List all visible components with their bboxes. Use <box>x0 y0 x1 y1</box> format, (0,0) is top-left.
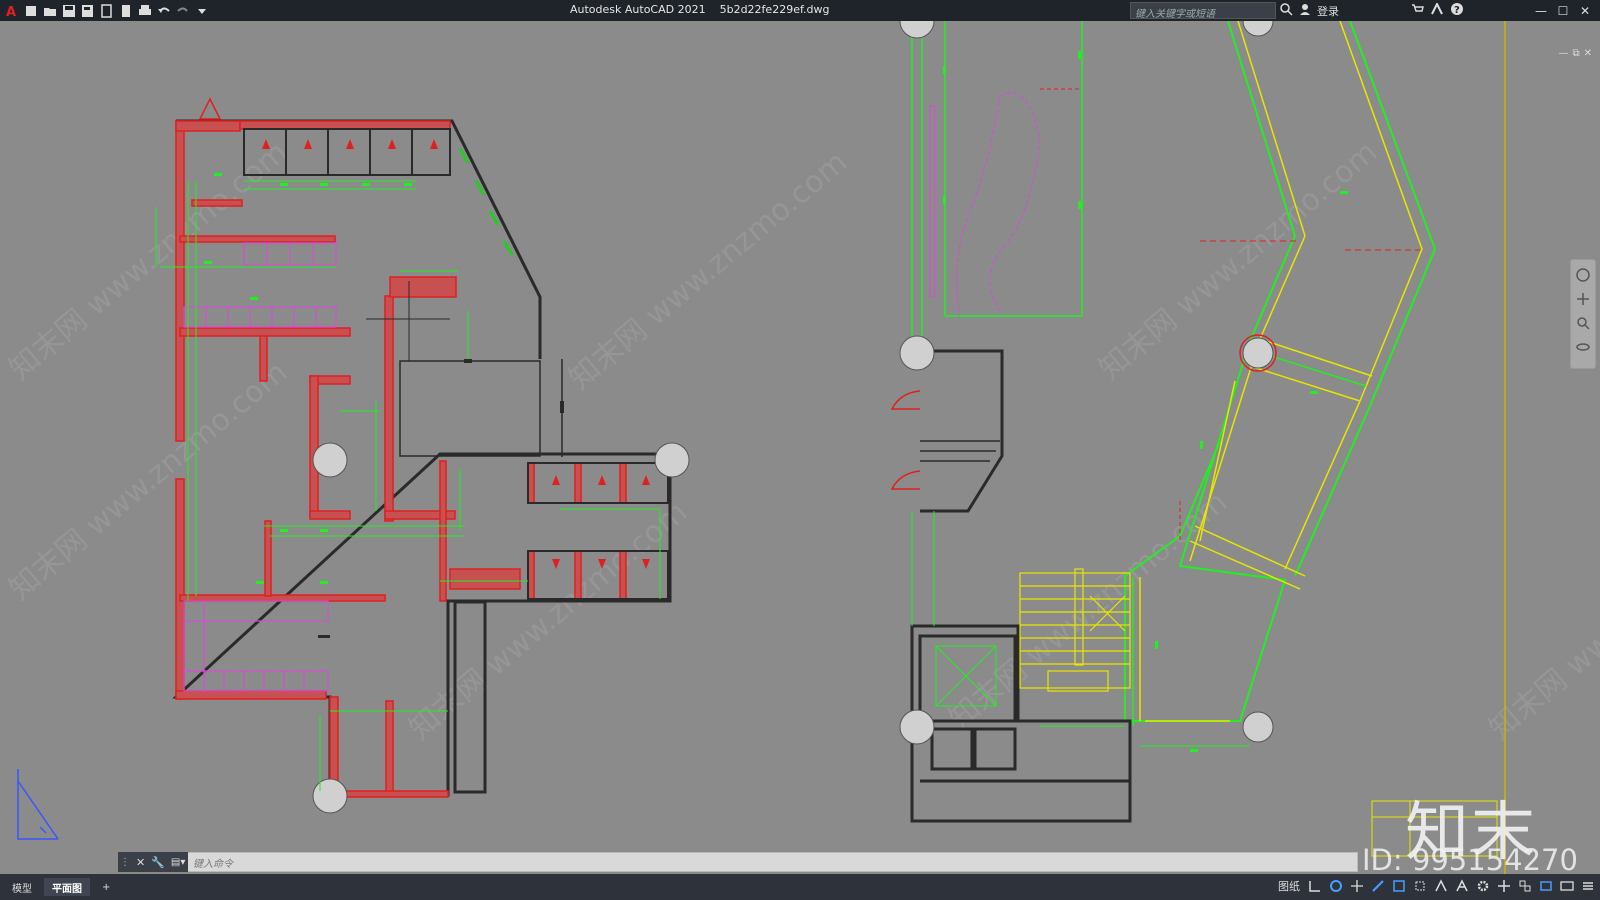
search-placeholder: 键入关键字或短语 <box>1135 9 1215 20</box>
help-icon[interactable]: ? <box>1450 2 1464 19</box>
cart-icon[interactable] <box>1411 3 1424 18</box>
minimize-icon[interactable]: — <box>1530 0 1552 21</box>
print-icon[interactable] <box>137 3 153 19</box>
watermark-text: 知末网 www.znzmo.com <box>943 485 1234 737</box>
viewport-restore-icon[interactable]: ⧉ <box>1572 48 1579 59</box>
zoom-extents-icon[interactable] <box>1574 314 1592 332</box>
watermark-text: 知末网 www.znzmo.com <box>563 145 854 397</box>
add-layout-button[interactable]: + <box>94 878 118 896</box>
file-name: 5b2d22fe229ef.dwg <box>719 3 830 16</box>
maximize-icon[interactable]: ☐ <box>1552 0 1574 21</box>
autocad-app-menu-icon[interactable]: A <box>4 3 20 19</box>
publish-icon[interactable] <box>99 3 115 19</box>
new-icon[interactable] <box>23 3 39 19</box>
viewport-close-icon[interactable]: ✕ <box>1584 48 1592 59</box>
status-bar: 模型 平面图 + 图纸 <box>0 874 1600 900</box>
search-icon[interactable] <box>1280 2 1293 19</box>
drag-handle-icon[interactable]: ⋮ <box>120 857 130 868</box>
viewport-controls: — ⧉ ✕ <box>1558 48 1592 59</box>
diagonal-watermarks: 知末网 www.znzmo.com 知末网 www.znzmo.com 知末网 … <box>3 135 1600 747</box>
window-controls: — ☐ ✕ <box>1530 0 1596 21</box>
command-input[interactable]: 键入命令 <box>193 855 233 870</box>
command-line-tools: ⋮ ✕ 🔧 ▤▾ <box>118 852 188 872</box>
watermark-text: 知末网 www.znzmo.com <box>1483 495 1600 747</box>
svg-text:A: A <box>6 5 16 18</box>
search-input[interactable]: 键入关键字或短语 <box>1130 2 1276 20</box>
dimension-values <box>204 173 412 584</box>
plot-preview-icon[interactable] <box>118 3 134 19</box>
recent-commands-icon[interactable]: ▤▾ <box>171 857 185 868</box>
clean-screen-icon[interactable] <box>1559 878 1575 894</box>
watermark-text: 知末网 www.znzmo.com <box>1093 135 1384 387</box>
annotation-visibility-icon[interactable] <box>1454 878 1470 894</box>
redo-icon[interactable] <box>175 3 191 19</box>
ucs-icon <box>17 769 59 840</box>
undo-icon[interactable] <box>156 3 172 19</box>
selection-cycling-icon[interactable] <box>1412 878 1428 894</box>
open-icon[interactable] <box>42 3 58 19</box>
structural-columns <box>312 442 690 814</box>
autodesk-a360-icon[interactable] <box>1430 1 1444 18</box>
right-floor-plan <box>890 21 1506 874</box>
app-title: Autodesk AutoCAD 2021 <box>570 3 706 16</box>
login-link[interactable]: 登录 <box>1317 3 1339 19</box>
status-toggles: 图纸 <box>1278 878 1596 894</box>
navigation-bar <box>1570 259 1596 369</box>
watermark-text: 知末网 www.znzmo.com <box>3 355 294 607</box>
pan-icon[interactable] <box>1574 290 1592 308</box>
orbit-icon[interactable] <box>1574 338 1592 356</box>
osnap-icon[interactable] <box>1349 878 1365 894</box>
customize-command-icon[interactable]: 🔧 <box>151 856 165 869</box>
title-bar-right: 登录 ? <box>1280 1 1464 19</box>
watermark-text: 知末网 www.znzmo.com <box>3 135 294 387</box>
angled-wing <box>1124 21 1437 726</box>
saveas-icon[interactable] <box>80 3 96 19</box>
tab-plan-layout[interactable]: 平面图 <box>44 878 90 896</box>
close-command-icon[interactable]: ✕ <box>136 856 145 869</box>
annotation-monitor-icon[interactable] <box>1496 878 1512 894</box>
save-icon[interactable] <box>61 3 77 19</box>
steering-wheel-icon[interactable] <box>1574 266 1592 284</box>
close-icon[interactable]: ✕ <box>1574 0 1596 21</box>
tab-model[interactable]: 模型 <box>4 878 40 896</box>
user-icon[interactable] <box>1299 3 1311 18</box>
window-title: Autodesk AutoCAD 2021 5b2d22fe229ef.dwg <box>570 3 830 16</box>
paper-space-toggle[interactable]: 图纸 <box>1278 878 1300 894</box>
polar-tracking-icon[interactable] <box>1328 878 1344 894</box>
customize-icon[interactable] <box>194 3 210 19</box>
units-icon[interactable] <box>1517 878 1533 894</box>
drawing-canvas[interactable]: 知末网 www.znzmo.com 知末网 www.znzmo.com 知末网 … <box>0 21 1600 874</box>
watermark-id: ID: 995154270 <box>1362 843 1578 877</box>
workspace-gear-icon[interactable] <box>1475 878 1491 894</box>
ortho-icon[interactable] <box>1370 878 1386 894</box>
customization-menu-icon[interactable] <box>1580 878 1596 894</box>
viewport-minimize-icon[interactable]: — <box>1558 48 1568 59</box>
title-bar: A Autodesk AutoCAD 2021 5b2d22fe229ef.dw… <box>0 0 1600 21</box>
svg-text:?: ? <box>1454 5 1460 16</box>
quick-access-toolbar: A <box>0 3 210 19</box>
floor-plan-drawing: 知末网 www.znzmo.com 知末网 www.znzmo.com 知末网 … <box>3 21 1600 874</box>
command-line[interactable]: 键入命令 <box>118 852 1358 872</box>
quick-properties-icon[interactable] <box>1538 878 1554 894</box>
object-snap-tracking-icon[interactable] <box>1391 878 1407 894</box>
snap-icon[interactable] <box>1307 878 1323 894</box>
annotation-scale-icon[interactable] <box>1433 878 1449 894</box>
